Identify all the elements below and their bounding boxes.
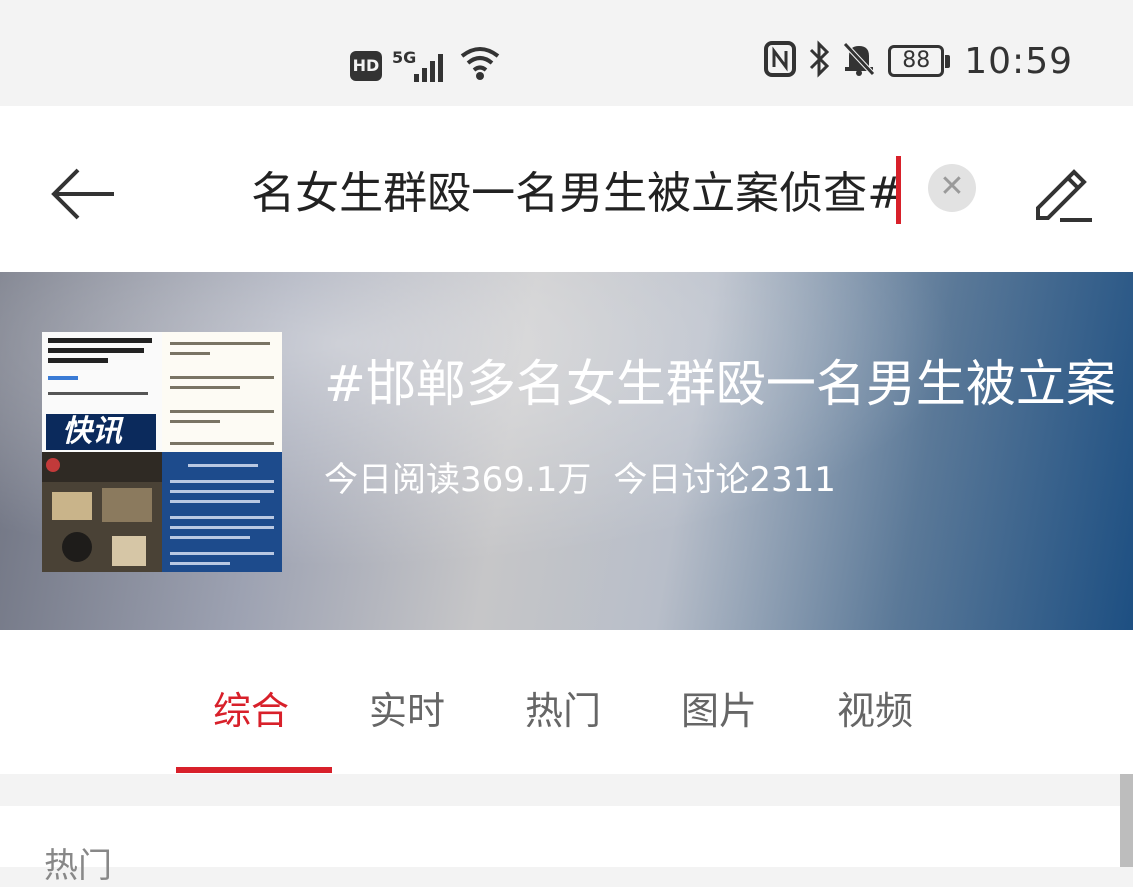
tab-comprehensive[interactable]: 综合 <box>213 680 289 735</box>
battery-icon: 88 <box>888 45 951 77</box>
today-reads: 今日阅读369.1万 <box>324 460 592 500</box>
topic-banner[interactable]: 快讯 #邯郸多名女生群殴一名男生被立案 今日阅读369.1万 今日讨论2311 <box>0 272 1133 630</box>
search-query-text: 名女生群殴一名男生被立案侦查# <box>251 168 904 219</box>
topic-title[interactable]: #邯郸多名女生群殴一名男生被立案 <box>324 344 1116 416</box>
thumbnail-badge: 快讯 <box>46 414 156 450</box>
back-button[interactable] <box>44 154 124 234</box>
tab-videos[interactable]: 视频 <box>837 680 913 735</box>
tab-bar: 综合 实时 热门 图片 视频 <box>0 630 1133 774</box>
topic-thumbnail[interactable]: 快讯 <box>42 332 282 572</box>
status-right: 88 10:59 <box>764 40 1073 82</box>
thumbnail-photo-panel <box>42 452 162 572</box>
nfc-icon <box>764 41 797 81</box>
pencil-icon <box>1036 169 1092 222</box>
back-arrow-icon <box>51 168 114 220</box>
text-caret <box>896 156 901 224</box>
scrollbar[interactable] <box>1120 774 1133 867</box>
tab-realtime[interactable]: 实时 <box>369 680 445 735</box>
tab-images[interactable]: 图片 <box>681 680 757 735</box>
clear-search-button[interactable]: ✕ <box>928 164 976 212</box>
thumbnail-blue-panel <box>162 452 282 572</box>
search-input[interactable]: 名女生群殴一名男生被立案侦查# <box>228 158 904 230</box>
thumbnail-article-panel: 快讯 <box>42 332 162 452</box>
content-section: 热门 <box>0 806 1120 886</box>
thumbnail-text-panel <box>162 332 282 452</box>
section-label-hot: 热门 <box>44 846 112 886</box>
status-bar: HD 5G 88 10:59 <box>0 0 1133 106</box>
status-left: HD 5G <box>350 44 502 88</box>
topic-stats: 今日阅读369.1万 今日讨论2311 <box>324 452 858 501</box>
search-bar: 名女生群殴一名男生被立案侦查# ✕ <box>0 106 1133 272</box>
edit-button[interactable] <box>1030 156 1096 226</box>
wifi-icon <box>458 44 502 88</box>
clock: 10:59 <box>964 40 1073 82</box>
signal-icon: 5G <box>392 48 448 84</box>
bluetooth-icon <box>808 40 830 82</box>
hd-icon: HD <box>350 51 382 81</box>
active-tab-indicator <box>176 767 332 773</box>
tab-hot[interactable]: 热门 <box>525 680 601 735</box>
today-discussions: 今日讨论2311 <box>613 460 836 500</box>
mute-bell-icon <box>842 41 876 81</box>
